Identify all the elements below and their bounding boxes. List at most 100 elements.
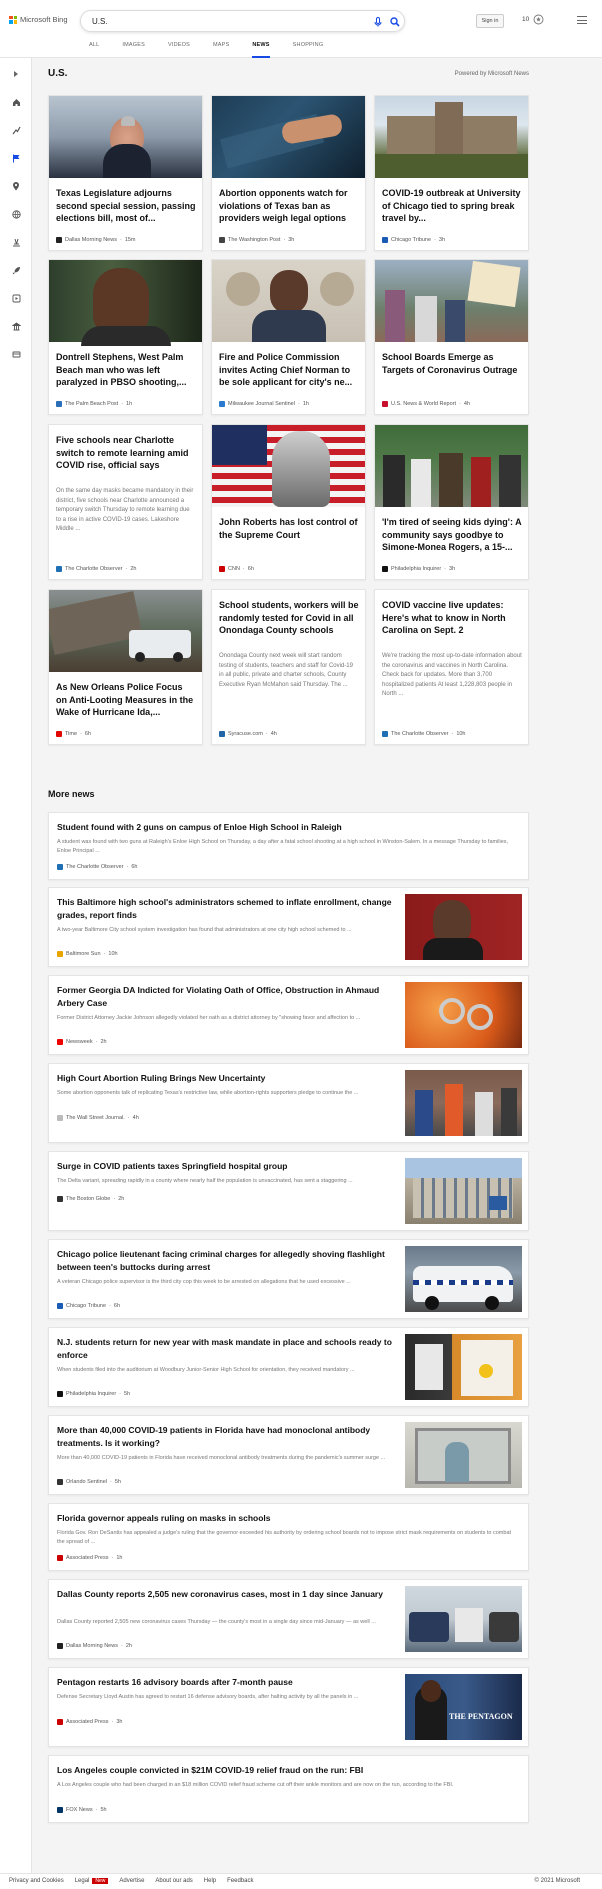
news-card[interactable]: School students, workers will be randoml… — [211, 589, 366, 745]
news-list-item[interactable]: Former Georgia DA Indicted for Violating… — [48, 975, 529, 1055]
tab-shopping[interactable]: SHOPPING — [293, 42, 324, 58]
news-list-item[interactable]: Dallas County reports 2,505 new coronavi… — [48, 1579, 529, 1659]
search-icon[interactable] — [388, 15, 401, 28]
rewards-button[interactable]: 10 — [522, 14, 544, 25]
news-list-item[interactable]: Surge in COVID patients taxes Springfiel… — [48, 1151, 529, 1231]
card-source: Philadelphia Inquirer · 3h — [382, 566, 455, 572]
more-news-heading: More news — [48, 789, 95, 799]
source-logo-icon — [57, 1643, 63, 1649]
news-list-item[interactable]: More than 40,000 COVID-19 patients in Fl… — [48, 1415, 529, 1495]
item-title: Chicago police lieutenant facing crimina… — [57, 1249, 385, 1272]
science-rocket-icon[interactable] — [10, 264, 22, 276]
item-image — [405, 1334, 522, 1400]
item-snippet: A Los Angeles couple who had been charge… — [57, 1782, 454, 1788]
footer-link-feedback[interactable]: Feedback — [227, 1878, 253, 1884]
expand-sidebar-icon[interactable] — [10, 68, 22, 80]
tab-all[interactable]: ALL — [89, 42, 99, 58]
footer-link-legal[interactable]: Legal New — [75, 1878, 109, 1884]
us-flag-icon[interactable] — [10, 152, 22, 164]
news-card[interactable]: 'I'm tired of seeing kids dying': A comm… — [374, 424, 529, 580]
item-snippet: Some abortion opponents talk of replicat… — [57, 1090, 359, 1096]
item-snippet: A veteran Chicago police supervisor is t… — [57, 1279, 351, 1285]
item-title: Former Georgia DA Indicted for Violating… — [57, 985, 380, 1008]
search-input[interactable] — [92, 15, 352, 28]
item-title: Student found with 2 guns on campus of E… — [57, 822, 342, 832]
money-bank-icon[interactable] — [10, 320, 22, 332]
search-box[interactable] — [80, 10, 405, 32]
card-title: School Boards Emerge as Targets of Coron… — [382, 352, 518, 375]
hamburger-menu-icon[interactable] — [577, 16, 587, 26]
card-image — [49, 590, 202, 672]
news-card[interactable]: Abortion opponents watch for violations … — [211, 95, 366, 251]
card-source: Milwaukee Journal Sentinel · 1h — [219, 401, 309, 407]
footer-link-privacy[interactable]: Privacy and Cookies — [9, 1878, 64, 1884]
sign-in-button[interactable]: Sign in — [476, 14, 504, 28]
politics-icon[interactable] — [10, 236, 22, 248]
news-list-item[interactable]: Los Angeles couple convicted in $21M COV… — [48, 1755, 529, 1823]
footer-link-advertise[interactable]: Advertise — [119, 1878, 144, 1884]
news-list-item[interactable]: Pentagon restarts 16 advisory boards aft… — [48, 1667, 529, 1747]
item-source: Newsweek · 2h — [57, 1039, 107, 1045]
top-bar: Microsoft Bing Sign in 10 ALL IMAGES VID… — [0, 0, 602, 58]
microphone-icon[interactable] — [371, 15, 384, 28]
item-snippet: Defense Secretary Lloyd Austin has agree… — [57, 1694, 359, 1700]
bing-logo[interactable]: Microsoft Bing — [9, 15, 68, 24]
news-card[interactable]: As New Orleans Police Focus on Anti-Loot… — [48, 589, 203, 745]
card-image — [49, 96, 202, 178]
location-pin-icon[interactable] — [10, 180, 22, 192]
technology-icon[interactable] — [10, 348, 22, 360]
footer-links: Privacy and Cookies Legal New Advertise A… — [9, 1878, 253, 1884]
trending-icon[interactable] — [10, 124, 22, 136]
card-image — [375, 260, 528, 342]
news-list-item[interactable]: Chicago police lieutenant facing crimina… — [48, 1239, 529, 1319]
card-image — [375, 96, 528, 178]
card-title: Five schools near Charlotte switch to re… — [56, 435, 189, 470]
home-icon[interactable] — [10, 96, 22, 108]
microsoft-logo-icon — [9, 15, 17, 24]
news-card[interactable]: Five schools near Charlotte switch to re… — [48, 424, 203, 580]
item-snippet: The Delta variant, spreading rapidly in … — [57, 1178, 353, 1184]
news-card[interactable]: School Boards Emerge as Targets of Coron… — [374, 259, 529, 415]
powered-by-label[interactable]: Powered by Microsoft News — [455, 71, 529, 77]
tab-maps[interactable]: MAPS — [213, 42, 229, 58]
card-source: Dallas Morning News · 15m — [56, 237, 136, 243]
news-card[interactable]: COVID-19 outbreak at University of Chica… — [374, 95, 529, 251]
news-list-item[interactable]: Student found with 2 guns on campus of E… — [48, 812, 529, 880]
source-logo-icon — [56, 566, 62, 572]
news-card[interactable]: COVID vaccine live updates: Here's what … — [374, 589, 529, 745]
news-card[interactable]: Fire and Police Commission invites Actin… — [211, 259, 366, 415]
news-card[interactable]: Texas Legislature adjourns second specia… — [48, 95, 203, 251]
item-source: Associated Press · 1h — [57, 1555, 122, 1561]
card-source: The Charlotte Observer · 10h — [382, 731, 466, 737]
item-snippet: More than 40,000 COVID-19 patients in Fl… — [57, 1455, 386, 1461]
card-source: The Palm Beach Post · 1h — [56, 401, 132, 407]
news-list-item[interactable]: Florida governor appeals ruling on masks… — [48, 1503, 529, 1571]
rewards-medal-icon — [533, 14, 544, 25]
footer-link-about-ads[interactable]: About our ads — [155, 1878, 192, 1884]
news-list-item[interactable]: This Baltimore high school's administrat… — [48, 887, 529, 967]
source-logo-icon — [57, 864, 63, 870]
card-image — [212, 96, 365, 178]
news-card[interactable]: John Roberts has lost control of the Sup… — [211, 424, 366, 580]
card-image — [212, 260, 365, 342]
news-list-item[interactable]: N.J. students return for new year with m… — [48, 1327, 529, 1407]
footer-link-help[interactable]: Help — [204, 1878, 216, 1884]
card-image — [49, 260, 202, 346]
news-card[interactable]: Dontrell Stephens, West Palm Beach man w… — [48, 259, 203, 415]
item-image — [405, 1158, 522, 1224]
tab-news[interactable]: NEWS — [252, 42, 270, 58]
card-title: School students, workers will be randoml… — [219, 600, 359, 635]
item-image — [405, 894, 522, 960]
source-logo-icon — [57, 1719, 63, 1725]
globe-icon[interactable] — [10, 208, 22, 220]
news-list-item[interactable]: High Court Abortion Ruling Brings New Un… — [48, 1063, 529, 1143]
tab-videos[interactable]: VIDEOS — [168, 42, 190, 58]
item-source: Baltimore Sun · 10h — [57, 951, 118, 957]
entertainment-icon[interactable] — [10, 292, 22, 304]
card-image — [375, 425, 528, 507]
source-logo-icon — [57, 1479, 63, 1485]
source-logo-icon — [56, 731, 62, 737]
source-logo-icon — [57, 1115, 63, 1121]
tab-images[interactable]: IMAGES — [122, 42, 145, 58]
source-logo-icon — [57, 1196, 63, 1202]
